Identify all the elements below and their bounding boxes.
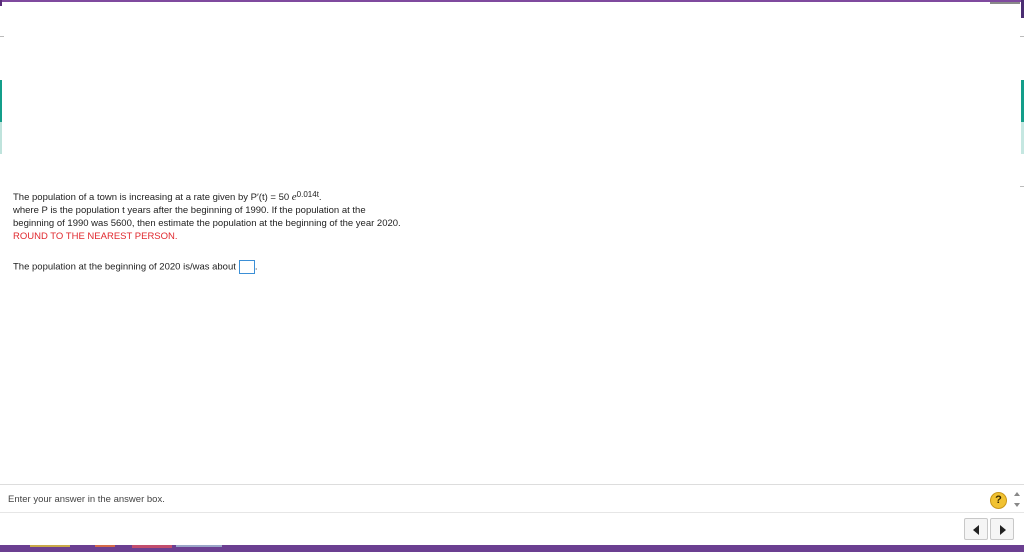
- answer-line: The population at the beginning of 2020 …: [13, 260, 258, 275]
- taskbar-segment: [30, 545, 70, 547]
- formula-exponent: 0.014t: [296, 190, 319, 199]
- rate-formula: P′(t) = 50 e0.014t.: [250, 190, 322, 203]
- formula-tail: .: [318, 192, 322, 203]
- status-scroll[interactable]: [1013, 491, 1021, 511]
- next-button[interactable]: [990, 518, 1014, 540]
- taskbar: [0, 545, 1024, 552]
- taskbar-segment: [95, 545, 115, 547]
- answer-prefix: The population at the beginning of 2020 …: [13, 261, 236, 273]
- question-text: The population of a town is increasing a…: [13, 190, 613, 243]
- question-navigation: [962, 518, 1018, 540]
- scroll-down-icon[interactable]: [1014, 503, 1020, 507]
- top-left-mark: [0, 0, 2, 6]
- status-message: Enter your answer in the answer box.: [8, 494, 165, 505]
- answer-suffix: .: [254, 261, 258, 273]
- previous-button[interactable]: [964, 518, 988, 540]
- triangle-right-icon: [1000, 525, 1006, 535]
- frame-tick-left: [0, 36, 4, 37]
- question-line-1: The population of a town is increasing a…: [13, 190, 613, 204]
- question-line-2: where P is the population t years after …: [13, 205, 366, 216]
- answer-input[interactable]: [238, 260, 255, 274]
- rounding-instruction: ROUND TO THE NEAREST PERSON.: [13, 231, 178, 242]
- question-intro: The population of a town is increasing a…: [13, 192, 251, 203]
- frame-tick-right-lower: [1020, 186, 1024, 187]
- scroll-up-icon[interactable]: [1014, 492, 1020, 496]
- status-divider: [0, 484, 1024, 485]
- formula-base: P′(t) = 50: [250, 192, 292, 203]
- left-accent-bar-light: [0, 122, 2, 154]
- nav-divider: [0, 512, 1024, 513]
- top-right-grey-line: [990, 2, 1020, 4]
- taskbar-segment: [176, 545, 222, 547]
- triangle-left-icon: [973, 525, 979, 535]
- left-accent-bar: [0, 80, 2, 122]
- formula-e: e: [291, 191, 297, 203]
- question-line-3: beginning of 1990 was 5600, then estimat…: [13, 218, 401, 229]
- question-mark-icon[interactable]: ?: [990, 492, 1007, 509]
- top-border: [0, 0, 1024, 2]
- taskbar-segment: [132, 545, 172, 548]
- frame-tick-right: [1020, 36, 1024, 37]
